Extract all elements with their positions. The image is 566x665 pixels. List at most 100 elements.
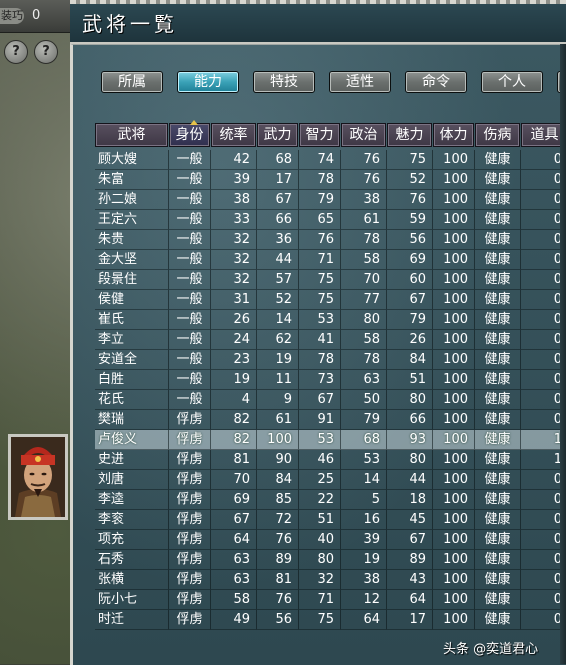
column-header-status[interactable]: 身份 bbox=[169, 120, 210, 147]
cell-politics: 77 bbox=[341, 290, 387, 310]
table-row[interactable]: 项充 俘虏 64 76 40 39 67 100 健康 0 bbox=[95, 530, 566, 550]
portrait-image bbox=[11, 437, 65, 517]
table-row[interactable]: 朱富 一般 39 17 78 76 52 100 健康 0 bbox=[95, 170, 566, 190]
table-row[interactable]: 侯健 一般 31 52 75 77 67 100 健康 0 bbox=[95, 290, 566, 310]
cell-intelligence: 53 bbox=[299, 430, 341, 450]
cell-stamina: 100 bbox=[433, 470, 475, 490]
table-row[interactable]: 李衮 俘虏 67 72 51 16 45 100 健康 0 bbox=[95, 510, 566, 530]
cell-status: 俘虏 bbox=[169, 530, 211, 550]
cell-politics: 14 bbox=[341, 470, 387, 490]
cell-stamina: 100 bbox=[433, 390, 475, 410]
cell-war: 17 bbox=[257, 170, 299, 190]
cell-war: 61 bbox=[257, 410, 299, 430]
cell-intelligence: 53 bbox=[299, 310, 341, 330]
table-row[interactable]: 卢俊义 俘虏 82 100 53 68 93 100 健康 1 bbox=[95, 430, 566, 450]
cell-politics: 38 bbox=[341, 570, 387, 590]
help-button-1[interactable]: ? bbox=[4, 40, 28, 64]
cell-intelligence: 71 bbox=[299, 250, 341, 270]
cell-war: 100 bbox=[257, 430, 299, 450]
cell-status: 俘虏 bbox=[169, 490, 211, 510]
cell-leadership: 70 bbox=[211, 470, 257, 490]
table-row[interactable]: 阮小七 俘虏 58 76 71 12 64 100 健康 0 bbox=[95, 590, 566, 610]
column-header-leadership[interactable]: 统率 bbox=[211, 123, 256, 147]
table-row[interactable]: 李立 一般 24 62 41 58 26 100 健康 0 bbox=[95, 330, 566, 350]
cell-stamina: 100 bbox=[433, 490, 475, 510]
cell-war: 14 bbox=[257, 310, 299, 330]
cell-politics: 61 bbox=[341, 210, 387, 230]
cell-stamina: 100 bbox=[433, 330, 475, 350]
cell-leadership: 63 bbox=[211, 570, 257, 590]
column-header-politics[interactable]: 政治 bbox=[341, 123, 386, 147]
tab-aptitude[interactable]: 适性 bbox=[329, 71, 391, 93]
table-row[interactable]: 李逵 俘虏 69 85 22 5 18 100 健康 0 bbox=[95, 490, 566, 510]
table-row[interactable]: 金大坚 一般 32 44 71 58 69 100 健康 0 bbox=[95, 250, 566, 270]
cell-status: 一般 bbox=[169, 190, 211, 210]
table-row[interactable]: 花氏 一般 4 9 67 50 80 100 健康 0 bbox=[95, 390, 566, 410]
cell-intelligence: 73 bbox=[299, 370, 341, 390]
help-button-2[interactable]: ? bbox=[34, 40, 58, 64]
cell-charm: 44 bbox=[387, 470, 433, 490]
cell-politics: 70 bbox=[341, 270, 387, 290]
cell-war: 44 bbox=[257, 250, 299, 270]
cell-charm: 45 bbox=[387, 510, 433, 530]
cell-general: 阮小七 bbox=[95, 590, 169, 610]
cell-intelligence: 65 bbox=[299, 210, 341, 230]
tab-affiliation[interactable]: 所属 bbox=[101, 71, 163, 93]
tab-skills[interactable]: 特技 bbox=[253, 71, 315, 93]
cell-leadership: 64 bbox=[211, 530, 257, 550]
cell-intelligence: 25 bbox=[299, 470, 341, 490]
table-row[interactable]: 顾大嫂 一般 42 68 74 76 75 100 健康 0 bbox=[95, 150, 566, 170]
cell-general: 李逵 bbox=[95, 490, 169, 510]
table-row[interactable]: 刘唐 俘虏 70 84 25 14 44 100 健康 0 bbox=[95, 470, 566, 490]
cell-charm: 75 bbox=[387, 150, 433, 170]
cell-injury: 健康 bbox=[475, 330, 521, 350]
cell-status: 俘虏 bbox=[169, 470, 211, 490]
column-header-war[interactable]: 武力 bbox=[257, 123, 298, 147]
table-row[interactable]: 石秀 俘虏 63 89 80 19 89 100 健康 0 bbox=[95, 550, 566, 570]
cell-charm: 60 bbox=[387, 270, 433, 290]
table-row[interactable]: 朱贵 一般 32 36 76 78 56 100 健康 0 bbox=[95, 230, 566, 250]
table-row[interactable]: 段景住 一般 32 57 75 70 60 100 健康 0 bbox=[95, 270, 566, 290]
cell-injury: 健康 bbox=[475, 150, 521, 170]
cell-politics: 63 bbox=[341, 370, 387, 390]
table-row[interactable]: 王定六 一般 33 66 65 61 59 100 健康 0 bbox=[95, 210, 566, 230]
cell-intelligence: 80 bbox=[299, 550, 341, 570]
table-row[interactable]: 孙二娘 一般 38 67 79 38 76 100 健康 0 bbox=[95, 190, 566, 210]
cell-injury: 健康 bbox=[475, 510, 521, 530]
cell-leadership: 49 bbox=[211, 610, 257, 630]
cell-charm: 76 bbox=[387, 190, 433, 210]
cell-general: 侯健 bbox=[95, 290, 169, 310]
cell-intelligence: 75 bbox=[299, 290, 341, 310]
tab-orders[interactable]: 命令 bbox=[405, 71, 467, 93]
cell-intelligence: 91 bbox=[299, 410, 341, 430]
column-header-injury[interactable]: 伤病 bbox=[475, 123, 520, 147]
cell-intelligence: 79 bbox=[299, 190, 341, 210]
cell-politics: 79 bbox=[341, 410, 387, 430]
cell-injury: 健康 bbox=[475, 210, 521, 230]
cell-war: 9 bbox=[257, 390, 299, 410]
cell-leadership: 82 bbox=[211, 430, 257, 450]
cell-status: 一般 bbox=[169, 310, 211, 330]
cell-leadership: 31 bbox=[211, 290, 257, 310]
table-row[interactable]: 樊瑞 俘虏 82 61 91 79 66 100 健康 0 bbox=[95, 410, 566, 430]
cell-war: 57 bbox=[257, 270, 299, 290]
table-row[interactable]: 崔氏 一般 26 14 53 80 79 100 健康 0 bbox=[95, 310, 566, 330]
cell-injury: 健康 bbox=[475, 390, 521, 410]
column-header-charm[interactable]: 魅力 bbox=[387, 123, 432, 147]
column-header-general[interactable]: 武将 bbox=[95, 123, 168, 147]
tab-personal[interactable]: 个人 bbox=[481, 71, 543, 93]
tab-ability[interactable]: 能力 bbox=[177, 71, 239, 93]
column-header-stamina[interactable]: 体力 bbox=[433, 123, 474, 147]
cell-intelligence: 78 bbox=[299, 170, 341, 190]
table-row[interactable]: 时迁 俘虏 49 56 75 64 17 100 健康 0 bbox=[95, 610, 566, 630]
table-row[interactable]: 史进 俘虏 81 90 46 53 80 100 健康 1 bbox=[95, 450, 566, 470]
table-row[interactable]: 白胜 一般 19 11 73 63 51 100 健康 0 bbox=[95, 370, 566, 390]
table-row[interactable]: 安道全 一般 23 19 78 78 84 100 健康 0 bbox=[95, 350, 566, 370]
cell-general: 李衮 bbox=[95, 510, 169, 530]
cell-charm: 64 bbox=[387, 590, 433, 610]
column-header-intelligence[interactable]: 智力 bbox=[299, 123, 340, 147]
cell-leadership: 39 bbox=[211, 170, 257, 190]
cell-stamina: 100 bbox=[433, 250, 475, 270]
cell-leadership: 38 bbox=[211, 190, 257, 210]
table-row[interactable]: 张横 俘虏 63 81 32 38 43 100 健康 0 bbox=[95, 570, 566, 590]
